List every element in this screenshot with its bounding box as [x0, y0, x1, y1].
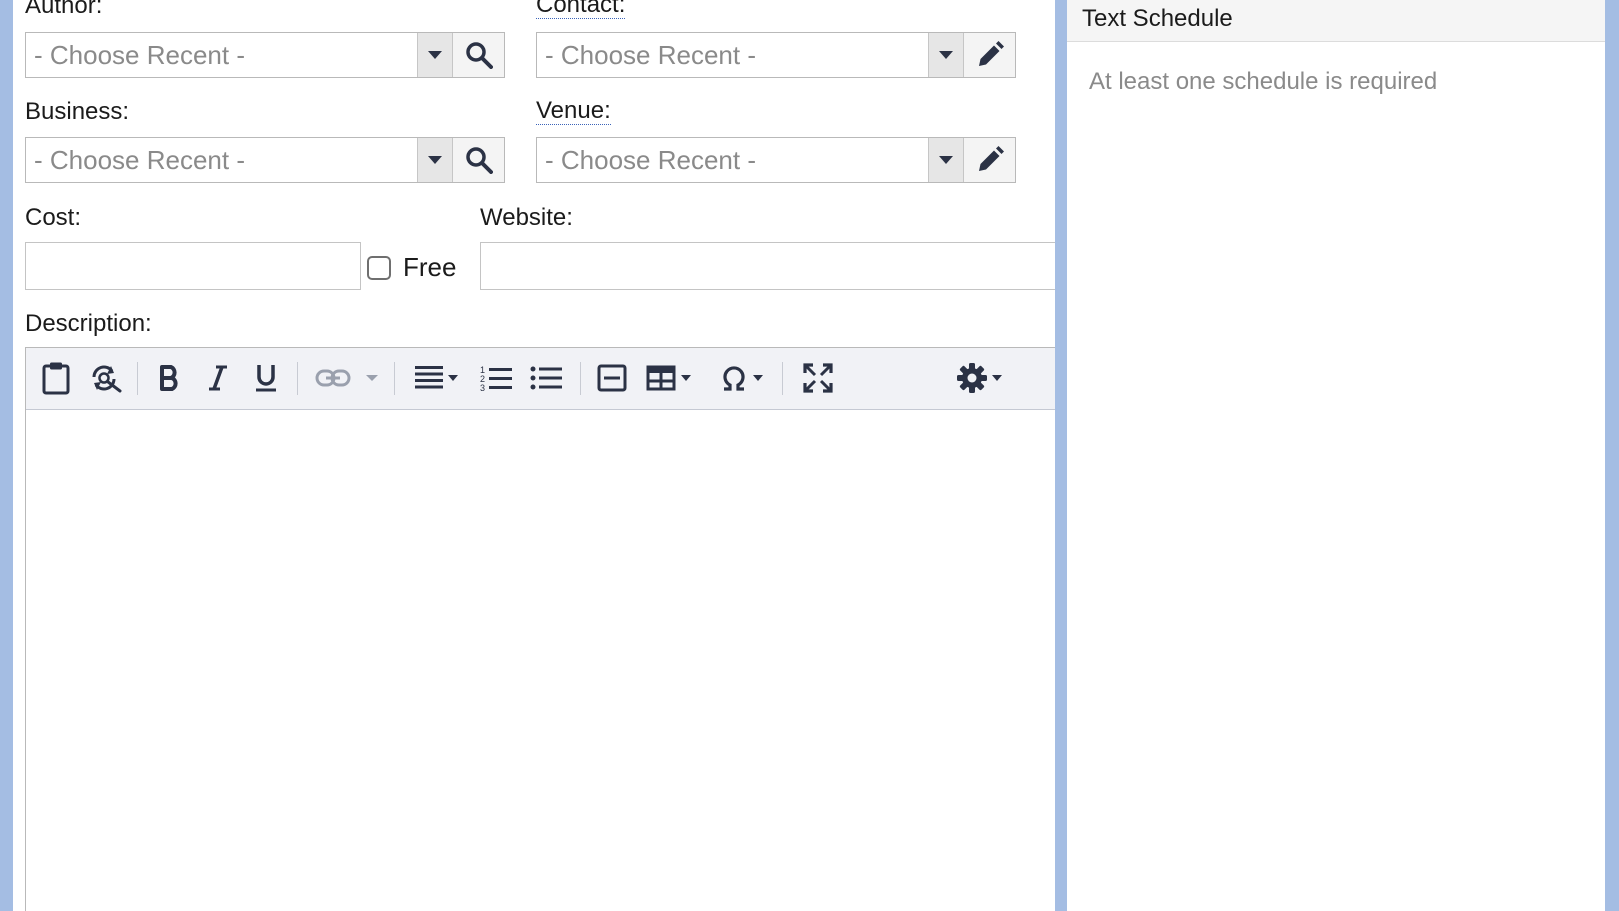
horizontal-rule-button[interactable] — [592, 358, 632, 398]
editor-toolbar: 123 — [26, 348, 1055, 410]
search-icon — [465, 147, 493, 174]
caret-down-icon — [428, 51, 442, 59]
toolbar-separator — [137, 362, 138, 395]
caret-down-icon — [448, 375, 458, 381]
svg-text:3: 3 — [480, 383, 485, 392]
author-search-button[interactable] — [452, 33, 504, 77]
website-input[interactable] — [480, 242, 1055, 290]
caret-down-icon — [753, 375, 763, 381]
author-dropdown-button[interactable] — [417, 33, 452, 77]
search-icon — [465, 42, 493, 69]
author-select-value: - Choose Recent - — [34, 40, 245, 70]
contact-select-value: - Choose Recent - — [545, 40, 756, 70]
caret-down-icon — [366, 375, 378, 381]
underline-button[interactable] — [248, 358, 284, 398]
align-icon — [415, 366, 443, 389]
link-icon — [315, 369, 351, 387]
paste-button[interactable] — [36, 358, 76, 398]
toolbar-separator — [580, 362, 581, 395]
event-form-panel: Author: - Choose Recent - Contact: - Cho… — [13, 0, 1055, 911]
description-editor: 123 — [25, 347, 1055, 911]
venue-select-value: - Choose Recent - — [545, 145, 756, 175]
align-button[interactable] — [410, 358, 464, 398]
horizontal-rule-icon — [597, 364, 627, 392]
table-button[interactable] — [642, 358, 696, 398]
contact-select[interactable]: - Choose Recent - — [536, 32, 1016, 78]
ordered-list-button[interactable]: 123 — [476, 358, 516, 398]
business-dropdown-button[interactable] — [417, 138, 452, 182]
cost-input[interactable] — [25, 242, 361, 290]
pencil-icon — [978, 41, 1004, 66]
contact-edit-button[interactable] — [963, 33, 1015, 77]
toolbar-separator — [297, 362, 298, 395]
pencil-icon — [978, 146, 1004, 171]
find-replace-icon — [92, 365, 122, 393]
contact-label: Contact: — [536, 0, 626, 19]
bullet-list-button[interactable] — [526, 358, 566, 398]
caret-down-icon — [991, 375, 1002, 381]
fullscreen-button[interactable] — [798, 358, 838, 398]
free-label[interactable]: Free — [403, 253, 456, 281]
fullscreen-icon — [803, 363, 833, 393]
bold-button[interactable] — [152, 358, 188, 398]
toolbar-separator — [782, 362, 783, 395]
venue-select[interactable]: - Choose Recent - — [536, 137, 1016, 183]
editor-content-area[interactable] — [26, 410, 1055, 911]
caret-down-icon — [681, 375, 691, 381]
author-label: Author: — [25, 0, 103, 19]
settings-button[interactable] — [951, 358, 1007, 398]
description-label: Description: — [25, 310, 152, 337]
special-character-button[interactable] — [716, 358, 768, 398]
special-character-icon — [723, 366, 745, 391]
table-icon — [646, 365, 676, 391]
find-replace-button[interactable] — [86, 358, 126, 398]
paste-icon — [42, 362, 70, 395]
toolbar-separator — [394, 362, 395, 395]
venue-label: Venue: — [536, 97, 611, 125]
author-select[interactable]: - Choose Recent - — [25, 32, 505, 78]
business-search-button[interactable] — [452, 138, 504, 182]
underline-icon — [256, 365, 276, 392]
italic-button[interactable] — [200, 358, 236, 398]
business-select[interactable]: - Choose Recent - — [25, 137, 505, 183]
cost-label: Cost: — [25, 204, 82, 231]
schedule-required-message: At least one schedule is required — [1089, 68, 1438, 95]
caret-down-icon — [939, 51, 953, 59]
ordered-list-icon: 123 — [480, 365, 512, 392]
venue-dropdown-button[interactable] — [928, 138, 963, 182]
business-select-value: - Choose Recent - — [34, 145, 245, 175]
bold-icon — [160, 365, 178, 391]
business-label: Business: — [25, 98, 130, 125]
free-checkbox[interactable] — [367, 256, 391, 280]
panel-title: Text Schedule — [1067, 0, 1605, 42]
gear-icon — [956, 363, 987, 393]
venue-edit-button[interactable] — [963, 138, 1015, 182]
caret-down-icon — [428, 156, 442, 164]
bullet-list-icon — [530, 366, 562, 390]
italic-icon — [209, 365, 227, 391]
contact-dropdown-button[interactable] — [928, 33, 963, 77]
website-label: Website: — [480, 204, 573, 231]
link-button[interactable] — [312, 358, 382, 398]
text-schedule-panel: Text Schedule At least one schedule is r… — [1067, 0, 1605, 911]
caret-down-icon — [939, 156, 953, 164]
